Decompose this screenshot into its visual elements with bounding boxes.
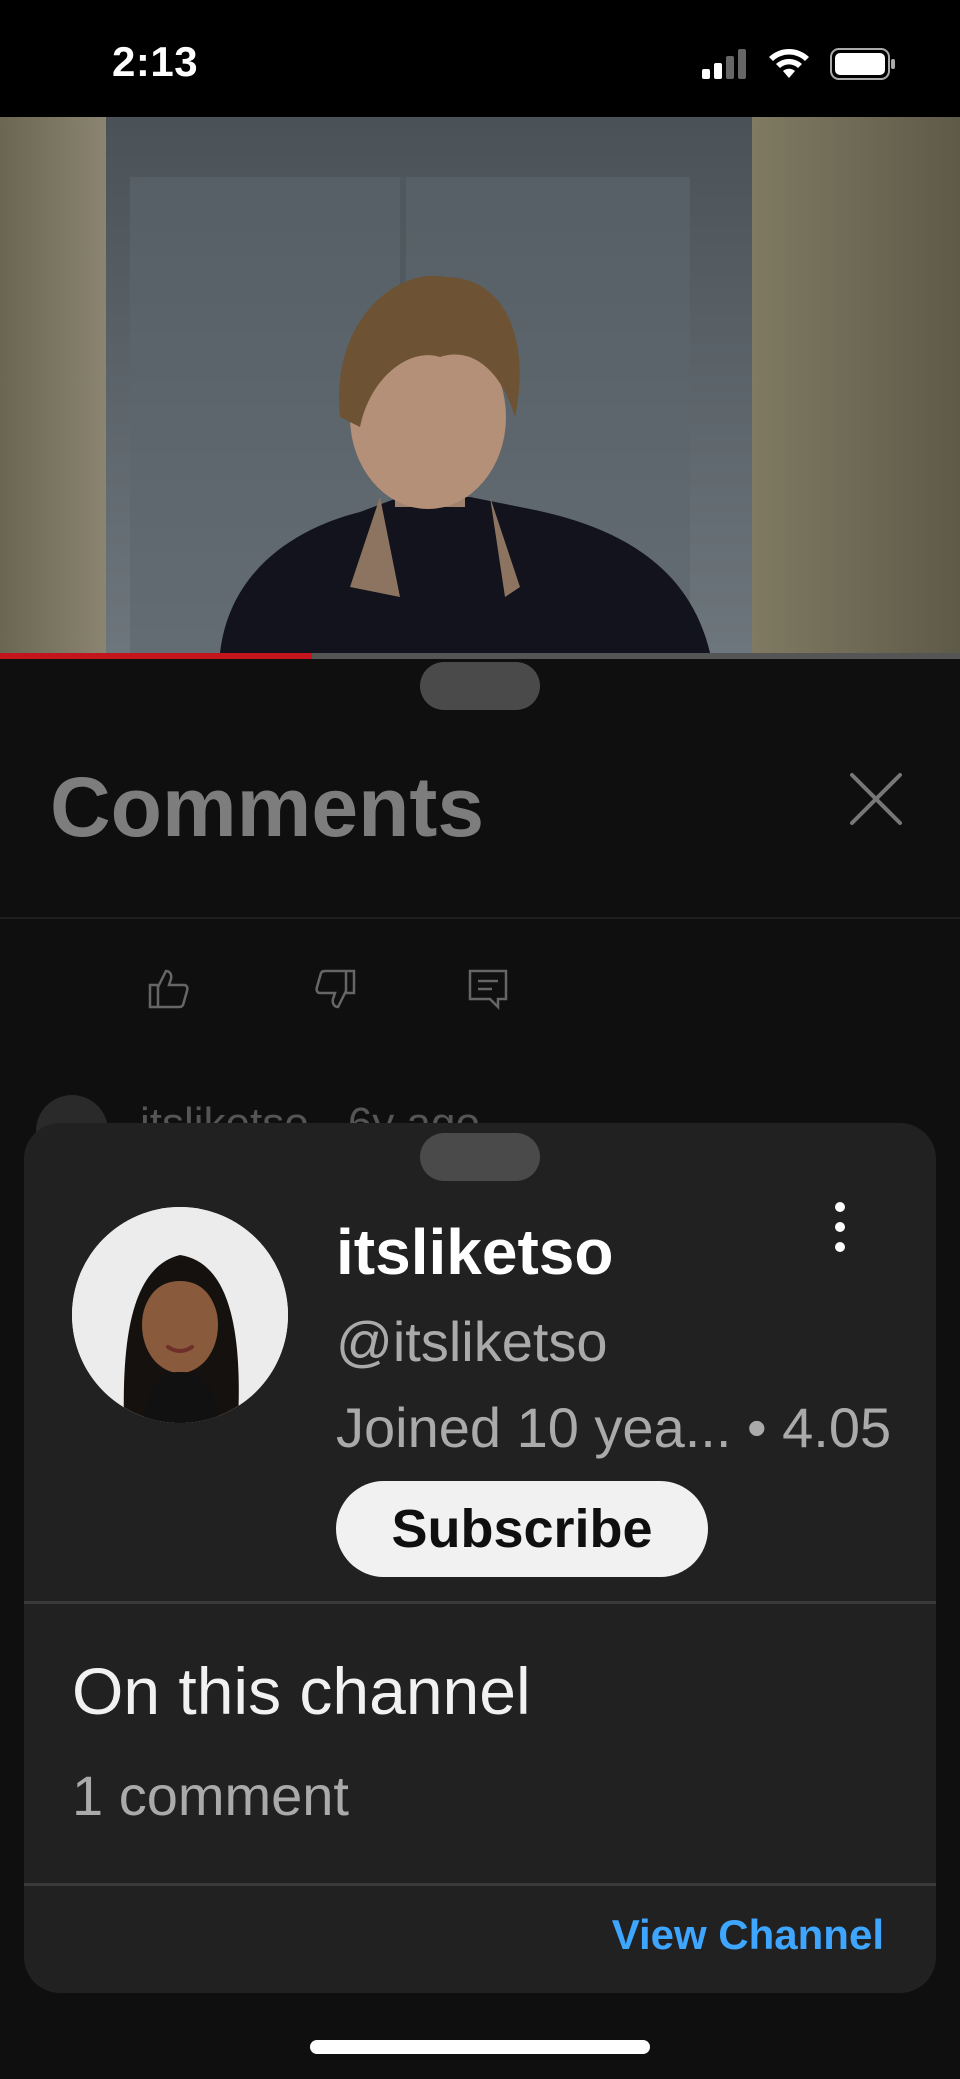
reply-icon[interactable] <box>466 967 510 1011</box>
card-divider-top <box>24 1601 936 1604</box>
channel-name: itsliketso <box>336 1216 614 1288</box>
channel-avatar[interactable] <box>72 1207 288 1423</box>
more-vert-icon[interactable] <box>824 1199 856 1255</box>
cellular-signal-icon <box>702 49 746 79</box>
subscribe-button[interactable]: Subscribe <box>336 1481 708 1577</box>
like-icon[interactable] <box>146 967 190 1011</box>
comments-header-divider <box>0 917 960 919</box>
battery-icon <box>830 48 895 80</box>
channel-comment-count: 1 comment <box>72 1764 349 1827</box>
view-channel-link[interactable]: View Channel <box>612 1911 884 1959</box>
video-player[interactable] <box>0 117 960 653</box>
comments-drag-handle[interactable] <box>420 662 540 710</box>
channel-meta: Joined 10 yea... • 4.05 <box>336 1396 892 1459</box>
dislike-icon[interactable] <box>314 967 358 1011</box>
status-time: 2:13 <box>112 38 199 85</box>
channel-avatar-image <box>72 1207 288 1423</box>
channel-card: itsliketso @itsliketso Joined 10 yea... … <box>24 1123 936 1993</box>
wifi-icon <box>769 49 809 78</box>
home-indicator[interactable] <box>310 2040 650 2054</box>
on-this-channel-heading: On this channel <box>72 1654 531 1728</box>
status-icons <box>702 46 896 82</box>
status-bar: 2:13 <box>0 0 960 117</box>
card-divider-bottom <box>24 1883 936 1886</box>
close-icon[interactable] <box>848 771 904 827</box>
card-drag-handle[interactable] <box>420 1133 540 1181</box>
channel-handle: @itsliketso <box>336 1310 608 1373</box>
comments-title: Comments <box>50 760 485 854</box>
video-frame <box>0 117 960 653</box>
